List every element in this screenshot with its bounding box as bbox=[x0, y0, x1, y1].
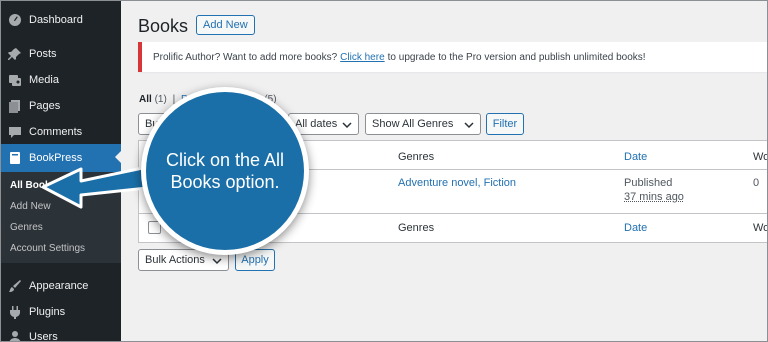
column-header-genres: Genres bbox=[398, 151, 435, 163]
sidebar-item-appearance[interactable]: Appearance bbox=[1, 273, 121, 299]
book-wo-count: 0 bbox=[753, 177, 760, 189]
callout-text: Click on the All Books option. bbox=[165, 150, 285, 192]
sidebar-item-label: Pages bbox=[29, 100, 61, 112]
sidebar-item-label: Dashboard bbox=[29, 14, 83, 26]
book-icon bbox=[8, 151, 22, 165]
sidebar-item-users[interactable]: Users bbox=[1, 324, 121, 342]
sidebar-item-label: Plugins bbox=[29, 306, 66, 318]
column-header-wo: Wo bbox=[753, 151, 768, 163]
submenu-account-settings[interactable]: Account Settings bbox=[10, 243, 85, 254]
media-icon bbox=[8, 73, 22, 87]
sidebar-item-label: Appearance bbox=[29, 280, 89, 292]
sidebar-item-dashboard[interactable]: Dashboard bbox=[1, 7, 121, 33]
screenshot-frame: Dashboard Posts Media Pages Comments Boo… bbox=[0, 0, 768, 342]
upgrade-notice: Prolific Author? Want to add more books?… bbox=[138, 42, 767, 72]
add-new-button[interactable]: Add New bbox=[196, 15, 255, 35]
submenu-genres[interactable]: Genres bbox=[10, 222, 43, 233]
filter-button[interactable]: Filter bbox=[486, 113, 524, 135]
genre-filter-select[interactable]: Show All Genres bbox=[365, 113, 481, 135]
chevron-down-icon bbox=[342, 120, 352, 130]
dashboard-icon bbox=[8, 13, 22, 27]
sidebar-item-label: Comments bbox=[29, 126, 83, 138]
column-header-date[interactable]: Date bbox=[624, 151, 647, 163]
comment-icon bbox=[8, 125, 22, 139]
chevron-down-icon bbox=[212, 256, 222, 266]
sidebar-item-plugins[interactable]: Plugins bbox=[1, 299, 121, 325]
plugin-icon bbox=[8, 305, 22, 319]
book-genres-link[interactable]: Adventure novel, Fiction bbox=[398, 177, 516, 189]
notice-link[interactable]: Click here bbox=[340, 52, 384, 63]
book-date: 37 mins ago bbox=[624, 191, 684, 203]
sidebar-item-posts[interactable]: Posts bbox=[1, 41, 121, 67]
view-all[interactable]: All (1) bbox=[139, 94, 167, 105]
sidebar-item-label: Media bbox=[29, 74, 59, 86]
brush-icon bbox=[8, 279, 22, 293]
user-icon bbox=[8, 330, 22, 341]
chevron-down-icon bbox=[464, 120, 474, 130]
footer-header-wo: Wo bbox=[753, 222, 768, 234]
notice-text: Prolific Author? Want to add more books? bbox=[153, 51, 338, 63]
notice-text-end: to upgrade to the Pro version and publis… bbox=[387, 51, 646, 63]
footer-header-date[interactable]: Date bbox=[624, 222, 647, 234]
sidebar-item-label: Users bbox=[29, 331, 58, 342]
sidebar-item-media[interactable]: Media bbox=[1, 67, 121, 93]
instruction-callout: Click on the All Books option. bbox=[141, 87, 309, 255]
page-title: Books bbox=[138, 16, 189, 36]
sidebar-item-pages[interactable]: Pages bbox=[1, 93, 121, 119]
genre-filter-value: Show All Genres bbox=[372, 118, 454, 130]
pin-icon bbox=[8, 47, 22, 61]
sidebar-item-label: Posts bbox=[29, 48, 57, 60]
date-filter-value: All dates bbox=[295, 118, 338, 130]
footer-header-genres: Genres bbox=[398, 222, 435, 234]
book-status: Published bbox=[624, 177, 673, 189]
sidebar-item-comments[interactable]: Comments bbox=[1, 119, 121, 145]
bulk-actions-bottom-value: Bulk Actions bbox=[145, 254, 205, 266]
pages-icon bbox=[8, 99, 22, 113]
